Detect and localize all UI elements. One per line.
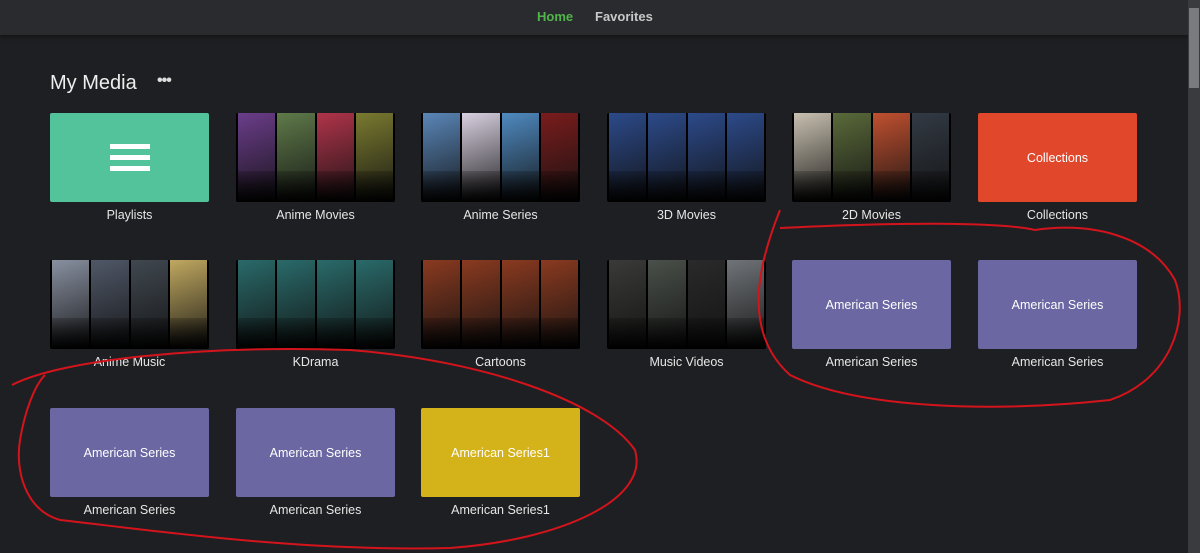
- poster-image: [609, 260, 647, 349]
- tile-text: American Series: [269, 445, 362, 460]
- more-horizontal-icon[interactable]: •••: [157, 72, 172, 90]
- tile-text: American Series: [1011, 297, 1104, 312]
- poster-image: [316, 260, 354, 349]
- tile-label[interactable]: American Series: [978, 355, 1137, 369]
- tile-label[interactable]: Anime Series: [421, 208, 580, 222]
- tile-anime-music[interactable]: [50, 260, 209, 349]
- tile-3d-movies[interactable]: [607, 113, 766, 202]
- poster-image: [648, 113, 686, 202]
- poster-image: [462, 260, 500, 349]
- poster-image: [687, 260, 725, 349]
- poster-image: [355, 260, 393, 349]
- tile-text: American Series: [83, 445, 176, 460]
- poster-image: [687, 113, 725, 202]
- poster-image: [238, 113, 276, 202]
- tile-label[interactable]: Collections: [978, 208, 1137, 222]
- tile-american-series[interactable]: American Series: [236, 408, 395, 497]
- scrollbar-thumb[interactable]: [1189, 8, 1199, 88]
- poster-image: [726, 260, 764, 349]
- tile-2d-movies[interactable]: [792, 113, 951, 202]
- tile-label[interactable]: Cartoons: [421, 355, 580, 369]
- poster-image: [355, 113, 393, 202]
- tile-label[interactable]: Anime Music: [50, 355, 209, 369]
- menu-list-icon: [109, 144, 150, 171]
- tile-american-series[interactable]: American Series: [792, 260, 951, 349]
- poster-image: [648, 260, 686, 349]
- poster-image: [277, 113, 315, 202]
- poster-image: [833, 113, 871, 202]
- poster-image: [91, 260, 129, 349]
- tile-label[interactable]: Playlists: [50, 208, 209, 222]
- tile-anime-series[interactable]: [421, 113, 580, 202]
- tile-label[interactable]: Music Videos: [607, 355, 766, 369]
- poster-image: [52, 260, 90, 349]
- poster-image: [423, 260, 461, 349]
- poster-image: [501, 113, 539, 202]
- nav-home[interactable]: Home: [537, 9, 573, 24]
- tile-playlists[interactable]: [50, 113, 209, 202]
- poster-image: [238, 260, 276, 349]
- tile-label[interactable]: American Series: [50, 503, 209, 517]
- poster-image: [609, 113, 647, 202]
- tile-text: Collections: [1026, 150, 1089, 165]
- section-title: My Media: [50, 72, 137, 94]
- tile-american-series[interactable]: American Series: [978, 260, 1137, 349]
- poster-image: [423, 113, 461, 202]
- tile-cartoons[interactable]: [421, 260, 580, 349]
- tile-label[interactable]: Anime Movies: [236, 208, 395, 222]
- scrollbar[interactable]: [1188, 0, 1200, 553]
- tile-label[interactable]: KDrama: [236, 355, 395, 369]
- nav-favorites[interactable]: Favorites: [595, 9, 653, 24]
- top-header: Home Favorites: [0, 0, 1188, 35]
- poster-image: [462, 113, 500, 202]
- tile-label[interactable]: 2D Movies: [792, 208, 951, 222]
- tile-label[interactable]: American Series: [236, 503, 395, 517]
- poster-image: [501, 260, 539, 349]
- poster-image: [316, 113, 354, 202]
- tile-label[interactable]: 3D Movies: [607, 208, 766, 222]
- tile-label[interactable]: American Series1: [421, 503, 580, 517]
- tile-music-videos[interactable]: [607, 260, 766, 349]
- tile-american-series1[interactable]: American Series1: [421, 408, 580, 497]
- poster-image: [911, 113, 949, 202]
- poster-image: [540, 113, 578, 202]
- poster-image: [130, 260, 168, 349]
- tile-kdrama[interactable]: [236, 260, 395, 349]
- tile-text: American Series1: [451, 445, 550, 460]
- poster-image: [277, 260, 315, 349]
- tile-label[interactable]: American Series: [792, 355, 951, 369]
- poster-image: [794, 113, 832, 202]
- poster-image: [540, 260, 578, 349]
- poster-image: [169, 260, 207, 349]
- tile-text: American Series: [825, 297, 918, 312]
- tile-collections[interactable]: Collections: [978, 113, 1137, 202]
- tile-anime-movies[interactable]: [236, 113, 395, 202]
- tile-american-series[interactable]: American Series: [50, 408, 209, 497]
- poster-image: [872, 113, 910, 202]
- poster-image: [726, 113, 764, 202]
